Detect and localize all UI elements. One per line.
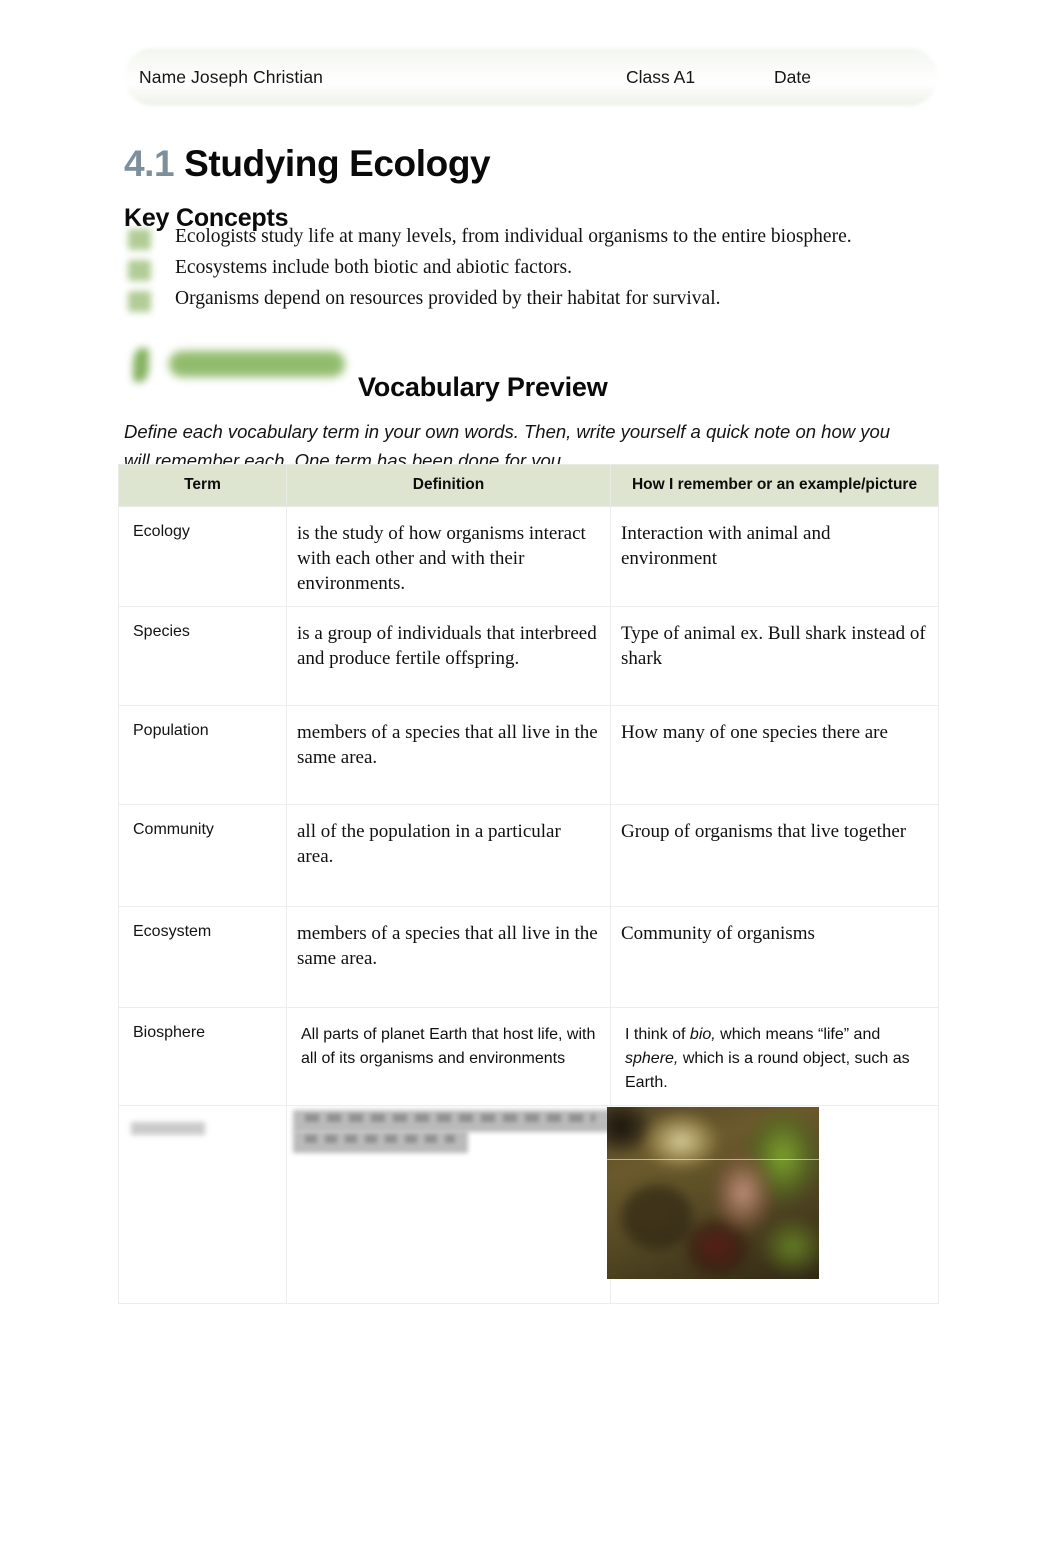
redaction-block [305, 1135, 455, 1143]
how-i-remember-text: I think of bio, which means “life” and s… [611, 1008, 938, 1105]
cell-definition[interactable] [286, 1105, 611, 1304]
how-i-remember-text: Community of organisms [621, 923, 815, 944]
redaction-block [305, 1114, 595, 1122]
column-header-definition: Definition [286, 464, 611, 507]
photo-scanline [607, 1159, 819, 1160]
cell-term[interactable]: Community [118, 804, 287, 907]
cell-term[interactable] [118, 1105, 287, 1304]
table-row: Species is a group of individuals that i… [118, 606, 939, 706]
header-banner: Name Joseph Christian Class A1 Date [124, 48, 938, 106]
definition-text: is a group of individuals that interbree… [297, 623, 597, 669]
class-field[interactable]: Class A1 [626, 67, 695, 88]
table-row: Ecology is the study of how organisms in… [118, 506, 939, 607]
example-photo [607, 1107, 819, 1279]
term-text: Ecosystem [133, 923, 212, 940]
redaction-block [131, 1122, 205, 1135]
table-row: Ecosystem members of a species that all … [118, 906, 939, 1008]
cell-term[interactable]: Species [118, 606, 287, 706]
date-field[interactable]: Date [774, 67, 811, 88]
worksheet-page: Name Joseph Christian Class A1 Date 4.1 … [0, 0, 1062, 1556]
student-name-field[interactable]: Name Joseph Christian [139, 67, 323, 88]
cell-term[interactable]: Biosphere [118, 1007, 287, 1106]
how-i-remember-text: How many of one species there are [621, 722, 888, 743]
bullet-square-icon [128, 291, 151, 312]
cell-definition[interactable]: members of a species that all live in th… [286, 705, 611, 805]
table-header-row: Term Definition How I remember or an exa… [118, 464, 939, 507]
definition-text: is the study of how organisms interact w… [297, 523, 586, 594]
column-header-how-i-remember: How I remember or an example/picture [610, 464, 939, 507]
key-concept-item: Organisms depend on resources provided b… [124, 288, 938, 319]
redacted-term [119, 1106, 286, 1303]
page-title: 4.1 Studying Ecology [124, 142, 491, 185]
hr-prefix: I think of [625, 1026, 690, 1043]
table-row: Biosphere All parts of planet Earth that… [118, 1007, 939, 1106]
term-text: Population [133, 722, 209, 739]
how-i-remember-text: Type of animal ex. Bull shark instead of… [621, 623, 926, 669]
bullet-square-icon [128, 229, 151, 250]
definition-text: All parts of planet Earth that host life… [301, 1026, 596, 1067]
key-concept-item: Ecosystems include both biotic and abiot… [124, 257, 938, 288]
how-i-remember-text: Interaction with animal and environment [621, 523, 831, 569]
cell-term[interactable]: Ecosystem [118, 906, 287, 1008]
green-banner-shape [169, 351, 345, 377]
leaf-icon [133, 348, 149, 382]
hr-italic-bio: bio, [689, 1026, 716, 1043]
table-row [118, 1105, 939, 1304]
term-text: Biosphere [133, 1024, 206, 1041]
example-photo-wrap [607, 1106, 938, 1303]
term-text: Species [133, 623, 190, 640]
key-concept-item: Ecologists study life at many levels, fr… [124, 226, 938, 257]
photo-content [607, 1107, 819, 1279]
cell-definition[interactable]: is the study of how organisms interact w… [286, 506, 611, 607]
vocabulary-preview-title: Vocabulary Preview [358, 372, 608, 403]
cell-how-i-remember[interactable]: How many of one species there are [610, 705, 939, 805]
redacted-definition [287, 1106, 611, 1303]
column-header-term: Term [118, 464, 287, 507]
cell-definition[interactable]: members of a species that all live in th… [286, 906, 611, 1008]
section-number: 4.1 [124, 142, 175, 184]
definition-text: members of a species that all live in th… [297, 722, 598, 768]
definition-text: members of a species that all live in th… [297, 923, 598, 969]
table-row: Community all of the population in a par… [118, 804, 939, 907]
key-concepts-list: Ecologists study life at many levels, fr… [124, 226, 938, 319]
vocabulary-leaf-banner-icon [133, 346, 348, 382]
cell-definition[interactable]: all of the population in a particular ar… [286, 804, 611, 907]
cell-term[interactable]: Ecology [118, 506, 287, 607]
cell-how-i-remember[interactable] [607, 1105, 939, 1304]
hr-italic-sphere: sphere, [625, 1050, 679, 1067]
key-concept-text: Ecosystems include both biotic and abiot… [175, 257, 572, 278]
cell-how-i-remember[interactable]: Community of organisms [610, 906, 939, 1008]
cell-how-i-remember[interactable]: Type of animal ex. Bull shark instead of… [610, 606, 939, 706]
hr-mid: which means “life” and [715, 1026, 881, 1043]
bullet-square-icon [128, 260, 151, 281]
cell-how-i-remember[interactable]: Interaction with animal and environment [610, 506, 939, 607]
term-text: Community [133, 821, 214, 838]
key-concept-text: Ecologists study life at many levels, fr… [175, 226, 852, 247]
definition-text: all of the population in a particular ar… [297, 821, 561, 867]
vocabulary-table: Term Definition How I remember or an exa… [118, 464, 939, 1304]
cell-how-i-remember[interactable]: I think of bio, which means “life” and s… [610, 1007, 939, 1106]
how-i-remember-text: Group of organisms that live together [621, 821, 907, 842]
table-row: Population members of a species that all… [118, 705, 939, 805]
key-concept-text: Organisms depend on resources provided b… [175, 288, 721, 309]
cell-term[interactable]: Population [118, 705, 287, 805]
cell-how-i-remember[interactable]: Group of organisms that live together [610, 804, 939, 907]
cell-definition[interactable]: All parts of planet Earth that host life… [286, 1007, 611, 1106]
term-text: Ecology [133, 523, 190, 540]
cell-definition[interactable]: is a group of individuals that interbree… [286, 606, 611, 706]
section-title-text: Studying Ecology [184, 142, 491, 184]
